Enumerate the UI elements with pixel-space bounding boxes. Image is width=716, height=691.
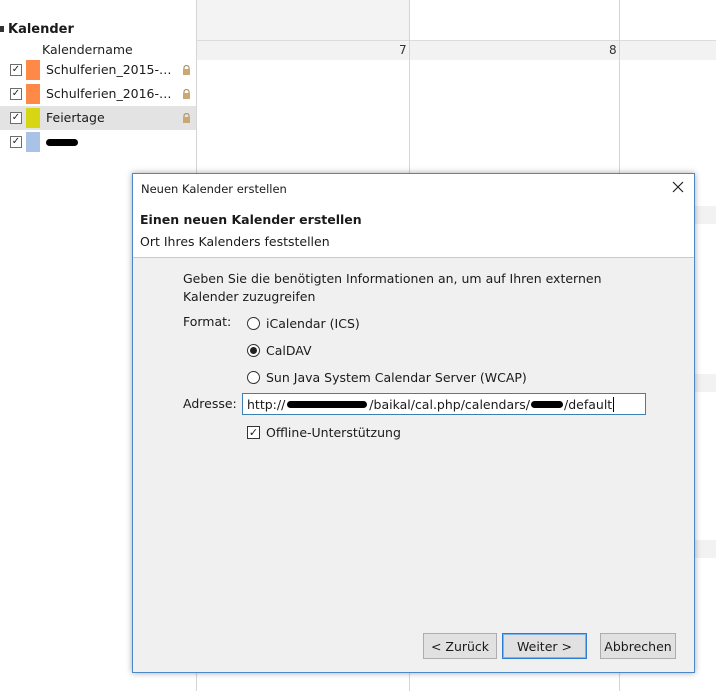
offline-support-label: Offline-Unterstützung <box>266 424 401 440</box>
calendar-name: Feiertage <box>46 110 105 125</box>
text-caret <box>613 396 615 412</box>
redacted-user <box>531 400 563 408</box>
format-option-ics[interactable]: iCalendar (ICS) <box>247 315 360 331</box>
offline-support-checkbox[interactable]: ✓ <box>247 425 260 439</box>
address-part: /baikal/cal.php/calendars/ <box>369 396 530 412</box>
calendar-list-item[interactable]: ✓ Feiertage <box>0 106 196 130</box>
calendar-color-swatch <box>26 60 40 80</box>
format-option-label: Sun Java System Calendar Server (WCAP) <box>266 369 527 385</box>
calendar-color-swatch <box>26 108 40 128</box>
close-icon[interactable] <box>670 179 686 195</box>
back-button[interactable]: < Zurück <box>423 633 497 659</box>
address-input[interactable]: http:// /baikal/cal.php/calendars/ /defa… <box>242 393 646 415</box>
calendar-name: Schulferien_2016-2017 <box>46 86 176 101</box>
calendar-visibility-checkbox[interactable]: ✓ <box>10 136 22 148</box>
calendar-section-header[interactable]: Kalender <box>0 20 74 38</box>
calendar-visibility-checkbox[interactable]: ✓ <box>10 88 22 100</box>
address-part: /default <box>564 396 613 412</box>
instructions-text: Geben Sie die benötigten Informationen a… <box>183 271 602 304</box>
lock-icon <box>183 65 190 75</box>
calendar-color-swatch <box>26 132 40 152</box>
calendar-cell[interactable] <box>197 0 409 40</box>
day-number[interactable]: 8 <box>609 43 617 57</box>
calendar-list-item[interactable]: ✓ <box>0 130 196 154</box>
radio-button[interactable] <box>247 316 260 330</box>
collapse-twisty-icon[interactable] <box>0 26 4 32</box>
format-label: Format: <box>183 314 232 329</box>
calendar-date-row <box>197 40 716 60</box>
calendar-visibility-checkbox[interactable]: ✓ <box>10 64 22 76</box>
address-label: Adresse: <box>183 396 237 411</box>
wizard-page-title: Einen neuen Kalender erstellen <box>140 212 362 227</box>
calendar-section-title: Kalender <box>8 21 74 37</box>
calendar-name: Schulferien_2015-2016 <box>46 62 176 77</box>
format-option-wcap[interactable]: Sun Java System Calendar Server (WCAP) <box>247 369 527 385</box>
calendar-cell[interactable] <box>409 0 619 40</box>
lock-icon <box>183 89 190 99</box>
format-option-label: iCalendar (ICS) <box>266 315 360 331</box>
format-option-label: CalDAV <box>266 342 312 358</box>
wizard-page-subtitle: Ort Ihres Kalenders feststellen <box>140 234 330 249</box>
dialog-titlebar[interactable]: Neuen Kalender erstellen <box>133 174 694 204</box>
calendar-visibility-checkbox[interactable]: ✓ <box>10 112 22 124</box>
new-calendar-dialog: Neuen Kalender erstellen Einen neuen Kal… <box>132 173 695 673</box>
calendar-name-redacted <box>46 134 176 149</box>
calendar-list-item[interactable]: ✓ Schulferien_2015-2016 <box>0 58 196 82</box>
next-button[interactable]: Weiter > <box>502 633 587 659</box>
day-number[interactable]: 7 <box>399 43 407 57</box>
lock-icon <box>183 113 190 123</box>
offline-support-option[interactable]: ✓ Offline-Unterstützung <box>247 424 401 440</box>
cancel-button[interactable]: Abbrechen <box>600 633 676 659</box>
calendar-list-item[interactable]: ✓ Schulferien_2016-2017 <box>0 82 196 106</box>
radio-button[interactable] <box>247 370 260 384</box>
format-option-caldav[interactable]: CalDAV <box>247 342 312 358</box>
wizard-header: Einen neuen Kalender erstellen Ort Ihres… <box>133 204 694 258</box>
calendar-color-swatch <box>26 84 40 104</box>
radio-button-selected[interactable] <box>247 343 260 357</box>
calendar-name-column-header[interactable]: Kalendername <box>42 42 133 57</box>
dialog-window-title: Neuen Kalender erstellen <box>141 182 287 196</box>
calendar-cell[interactable] <box>619 0 716 40</box>
address-part: http:// <box>247 396 286 412</box>
redacted-host <box>287 400 368 408</box>
